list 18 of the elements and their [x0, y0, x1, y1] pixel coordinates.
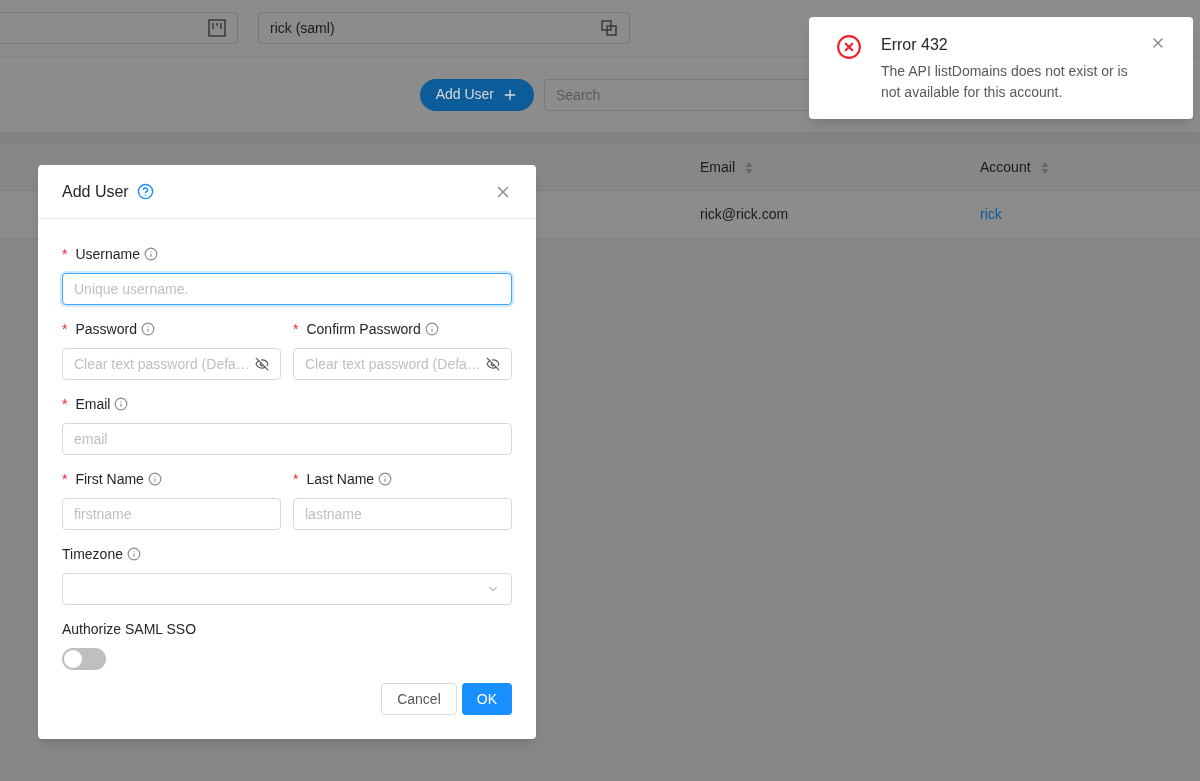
field-label: Confirm Password	[306, 319, 421, 339]
field-label: Password	[75, 319, 137, 339]
notification-message: The API listDomains does not exist or is not available for this account.	[881, 62, 1129, 102]
field-label: Username	[75, 244, 141, 264]
required-mark: *	[62, 469, 68, 489]
required-mark: *	[62, 394, 68, 414]
table-cell-text: rick@rick.com	[700, 205, 790, 224]
field-label: Authorize SAML SSO	[62, 619, 197, 639]
field-label: Timezone	[62, 544, 123, 564]
required-mark: *	[293, 319, 299, 339]
notification-title: Error 432	[881, 35, 949, 55]
required-mark: *	[293, 469, 299, 489]
field-label: Email	[75, 394, 111, 414]
required-mark: *	[62, 244, 68, 264]
dialog-title: Add User	[62, 181, 129, 202]
field-label: Last Name	[306, 469, 375, 489]
required-mark: *	[62, 319, 68, 339]
field-label: First Name	[75, 469, 144, 489]
